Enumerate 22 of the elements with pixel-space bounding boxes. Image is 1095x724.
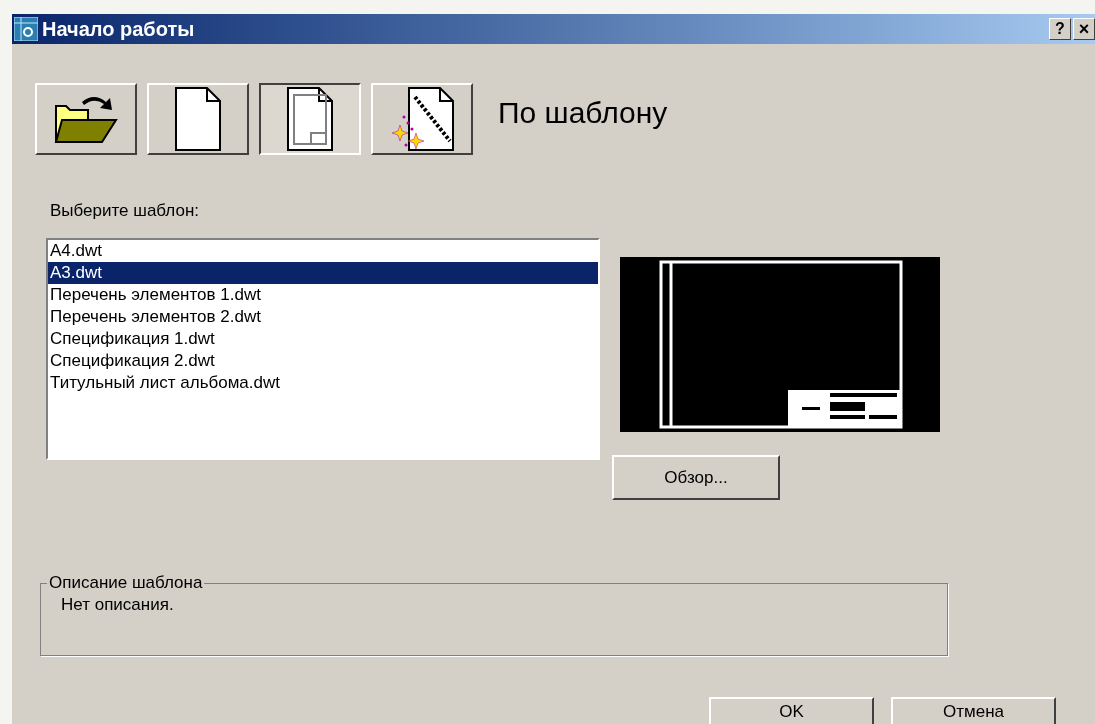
template-item[interactable]: Перечень элементов 2.dwt [48, 306, 598, 328]
template-item[interactable]: A4.dwt [48, 240, 598, 262]
wizard-page-icon [390, 87, 454, 151]
window-title: Начало работы [42, 17, 195, 42]
browse-button[interactable]: Обзор... [612, 455, 780, 500]
template-item[interactable]: Перечень элементов 1.dwt [48, 284, 598, 306]
template-item[interactable]: Спецификация 1.dwt [48, 328, 598, 350]
app-icon [14, 17, 38, 41]
description-text: Нет описания. [61, 594, 174, 616]
mode-tab[interactable] [259, 83, 361, 155]
template-item[interactable]: A3.dwt [48, 262, 598, 284]
close-button[interactable]: × [1073, 18, 1095, 40]
help-button[interactable]: ? [1049, 18, 1071, 40]
page-heading: По шаблону [498, 95, 668, 131]
blank-page-icon [175, 87, 221, 151]
template-list[interactable]: A4.dwt A3.dwt Перечень элементов 1.dwt Перечень элементов 2.dwt Спецификация 1.dwt Спецификация 2.dwt Титульный лист альбома.dwt [46, 238, 600, 460]
template-item[interactable]: Спецификация 2.dwt [48, 350, 598, 372]
template-page-icon [287, 87, 333, 151]
ok-button[interactable]: OK [709, 697, 874, 724]
template-item[interactable]: Титульный лист альбома.dwt [48, 372, 598, 394]
list-label: Выберите шаблон: [50, 200, 200, 222]
cancel-button[interactable]: Отмена [891, 697, 1056, 724]
